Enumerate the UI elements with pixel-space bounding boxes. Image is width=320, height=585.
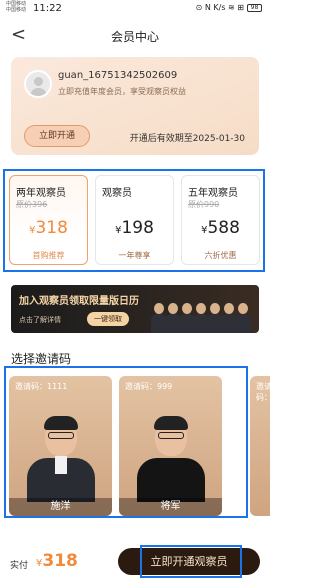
plan-name: 五年观察员 <box>188 188 238 199</box>
member-card: guan_16751342502609 立即充值年度会员，享受观察员权益 立即开… <box>11 57 259 155</box>
plan-card-two-year[interactable]: 两年观察员 原价396 ¥318 首购推荐 <box>9 175 88 265</box>
plan-card-five-year[interactable]: 五年观察员 原价990 ¥588 六折优惠 <box>181 175 260 265</box>
plan-original-price: 原价990 <box>188 200 220 209</box>
invite-code: 邀请码：1111 <box>15 382 68 391</box>
plan-price-value: 318 <box>35 218 68 238</box>
network-icons: ⊙ N K/s ≋ ⊞ <box>195 3 244 12</box>
expire-text: 开通后有效期至2025-01-30 <box>129 134 245 144</box>
plan-tag: 一年尊享 <box>118 251 151 260</box>
portrait-image <box>27 406 95 502</box>
invite-card-jiangjun[interactable]: 邀请码：999 将军 <box>119 376 222 516</box>
person-figure <box>235 303 251 333</box>
plan-original-price: 原价396 <box>16 200 48 209</box>
claim-button[interactable]: 一键领取 <box>87 312 129 326</box>
avatar-body-shape <box>30 88 47 96</box>
status-bar: 中国移动 中国移动 11:22 ⊙ N K/s ≋ ⊞ 98 <box>0 0 270 18</box>
plan-price: ¥588 <box>182 218 259 238</box>
pay-amount: ¥318 <box>36 551 78 571</box>
pay-amount-value: 318 <box>42 551 78 571</box>
battery-icon: 98 <box>247 3 262 12</box>
status-icons: ⊙ N K/s ≋ ⊞ 98 <box>196 3 262 12</box>
pay-label: 实付 <box>10 561 29 571</box>
cta-highlight-box <box>140 545 242 578</box>
carrier-info: 中国移动 中国移动 <box>6 1 26 13</box>
plan-tag: 六折优惠 <box>204 251 237 260</box>
plan-name: 两年观察员 <box>16 188 66 199</box>
plan-tag: 首购推荐 <box>32 251 65 260</box>
banner-title: 加入观察员领取限量版日历 <box>19 296 139 307</box>
plan-card-one-year[interactable]: 观察员 ¥198 一年尊享 <box>95 175 174 265</box>
invite-card-shiyang[interactable]: 邀请码：1111 施洋 <box>9 376 112 516</box>
plan-name: 观察员 <box>102 188 132 199</box>
plan-price: ¥198 <box>96 218 173 238</box>
banner-people-illustration <box>151 291 255 333</box>
invite-code: 邀请码： <box>256 382 270 402</box>
nav-bar: < 会员中心 <box>0 24 270 50</box>
avatar-head-shape <box>34 77 43 86</box>
invite-card-partial[interactable]: 邀请码： <box>250 376 270 516</box>
open-now-button[interactable]: 立即开通 <box>24 125 90 147</box>
plan-price-value: 588 <box>207 218 240 238</box>
username: guan_16751342502609 <box>58 70 178 81</box>
invite-code: 邀请码：999 <box>125 382 173 391</box>
plan-price-value: 198 <box>121 218 154 238</box>
invite-name: 将军 <box>119 498 222 516</box>
plan-price: ¥318 <box>10 218 87 238</box>
carrier-label-2: 中国移动 <box>6 7 27 13</box>
page-title: 会员中心 <box>110 30 159 44</box>
banner-subtitle: 点击了解详情 <box>19 316 61 324</box>
portrait-image <box>137 406 205 502</box>
invite-name: 施洋 <box>9 498 112 516</box>
invite-section-title: 选择邀请码 <box>11 352 72 366</box>
calendar-promo-banner[interactable]: 加入观察员领取限量版日历 点击了解详情 一键领取 <box>11 285 259 333</box>
member-description: 立即充值年度会员，享受观察员权益 <box>58 87 186 96</box>
avatar <box>24 70 52 98</box>
status-time: 11:22 <box>33 3 62 14</box>
